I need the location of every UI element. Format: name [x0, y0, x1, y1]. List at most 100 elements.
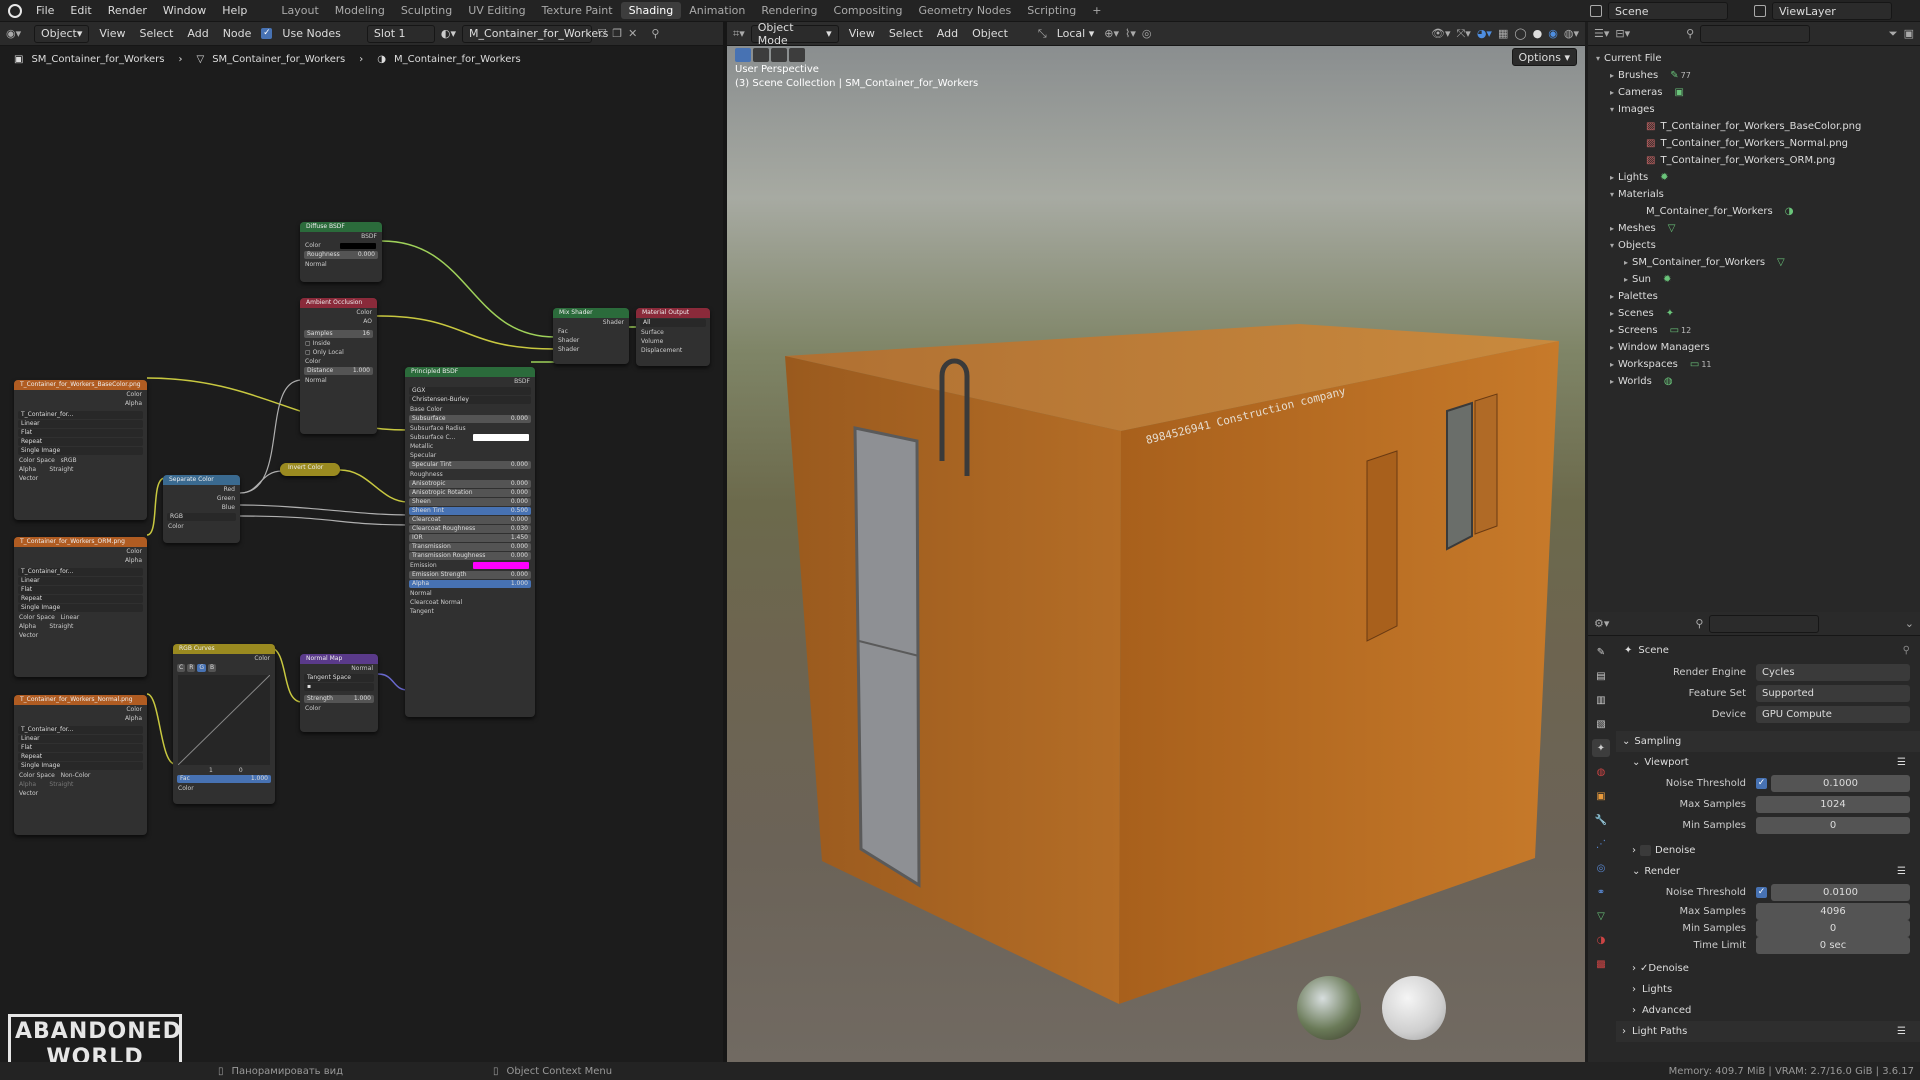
outliner-item-images[interactable]: ▾ Images — [1588, 101, 1920, 118]
render-engine-dropdown[interactable]: Cycles — [1756, 664, 1910, 681]
outliner-item-worlds[interactable]: ▸ Worlds ◍ — [1588, 373, 1920, 390]
container-model[interactable]: 8984526941 Construction company — [727, 46, 1585, 1062]
extension-dropdown[interactable]: Repeat — [18, 595, 143, 603]
proportional-edit-icon[interactable]: ◎ — [1142, 27, 1152, 40]
image-selector[interactable]: T_Container_for... — [18, 568, 143, 576]
invert-color-node[interactable]: Invert Color — [280, 463, 340, 476]
menu-window[interactable]: Window — [155, 4, 214, 17]
3d-viewport[interactable]: ⌗▾ Object Mode ▾ View Select Add Object … — [727, 21, 1585, 1062]
list-icon[interactable]: ☰ — [1897, 757, 1906, 768]
xray-icon[interactable]: ▦ — [1498, 27, 1508, 40]
channel-b-tab[interactable]: B — [208, 664, 217, 672]
expand-arrow-icon[interactable]: ▾ — [1592, 54, 1604, 63]
menu-add[interactable]: Add — [933, 27, 962, 40]
expand-arrow-icon[interactable]: ▸ — [1606, 71, 1618, 80]
expand-arrow-icon[interactable]: ▸ — [1606, 360, 1618, 369]
strength-field[interactable]: Strength 1.000 — [304, 695, 374, 703]
vp-min-samples-field[interactable]: 0 — [1756, 817, 1910, 834]
r-denoise-checkbox[interactable]: ✓ — [1640, 963, 1648, 974]
image-texture-normal-node[interactable]: T_Container_for_Workers_Normal.png Color… — [14, 695, 147, 835]
r-time-limit-field[interactable]: 0 sec — [1756, 937, 1910, 954]
interpolation-dropdown[interactable]: Linear — [18, 420, 143, 428]
outliner-root[interactable]: ▾ Current File — [1588, 50, 1920, 67]
device-dropdown[interactable]: GPU Compute — [1756, 706, 1910, 723]
outliner-item-scenes[interactable]: ▸ Scenes ✦ — [1588, 305, 1920, 322]
color-space-row[interactable]: Color Space Linear — [14, 613, 147, 622]
tab-modeling[interactable]: Modeling — [327, 2, 393, 19]
principled-bsdf-node[interactable]: Principled BSDF BSDF GGX Christensen-Bur… — [405, 367, 535, 717]
distribution-dropdown[interactable]: GGX — [409, 387, 531, 395]
expand-arrow-icon[interactable]: ▾ — [1606, 241, 1618, 250]
space-dropdown[interactable]: Tangent Space — [304, 674, 374, 682]
curve-x-value[interactable]: 1 — [209, 767, 213, 774]
outliner-item-brushes[interactable]: ▸ Brushes ✎ 77 — [1588, 67, 1920, 84]
tab-scripting[interactable]: Scripting — [1019, 2, 1084, 19]
outliner-item-meshes[interactable]: ▸ Meshes ▽ — [1588, 220, 1920, 237]
outliner-item-t-container-for-workers-basecolor-png[interactable]: ▨ T_Container_for_Workers_BaseColor.png — [1588, 118, 1920, 135]
principled-input-transmission[interactable]: Transmission 0.000 — [409, 543, 531, 551]
source-dropdown[interactable]: Single Image — [18, 762, 143, 770]
interpolation-dropdown[interactable]: Linear — [18, 735, 143, 743]
tab-geometry-nodes[interactable]: Geometry Nodes — [910, 2, 1019, 19]
list-icon[interactable]: ☰ — [1897, 866, 1906, 877]
channel-g-tab[interactable]: G — [197, 664, 207, 672]
viewport-subpanel-header[interactable]: ⌄ Viewport ☰ — [1616, 752, 1920, 773]
transform-orientation-icon[interactable]: ⤡ — [1038, 27, 1047, 41]
outliner-item-sun[interactable]: ▸ Sun ✹ — [1588, 271, 1920, 288]
output-tab-icon[interactable]: ▥ — [1592, 691, 1610, 709]
scene-tab-icon[interactable]: ✦ — [1592, 739, 1610, 757]
world-tab-icon[interactable]: ◍ — [1592, 763, 1610, 781]
vp-denoise-checkbox[interactable] — [1640, 845, 1651, 856]
expand-arrow-icon[interactable]: ▸ — [1606, 292, 1618, 301]
tab-sculpting[interactable]: Sculpting — [393, 2, 460, 19]
principled-input-emission-strength[interactable]: Emission Strength 0.000 — [409, 571, 531, 579]
tab-animation[interactable]: Animation — [681, 2, 753, 19]
properties-editor[interactable]: ⚙▾ ⚲ ⌄ ✎ ▤ ▥ ▧ ✦ ◍ ▣ 🔧 ⋰ ◎ ⚭ ▽ ◑ ▩ ✦ Scen… — [1588, 612, 1920, 1062]
outliner-item-window-managers[interactable]: ▸ Window Managers — [1588, 339, 1920, 356]
shader-node-editor[interactable]: ◉▾ Object ▾ View Select Add Node ✓ Use N… — [0, 22, 723, 1076]
ambient-occlusion-node[interactable]: Ambient Occlusion Color AO Samples 16 ▢ I… — [300, 298, 377, 434]
wireframe-shading-icon[interactable]: ◯ — [1514, 27, 1526, 40]
source-dropdown[interactable]: Single Image — [18, 447, 143, 455]
outliner-search-input[interactable] — [1700, 24, 1811, 43]
image-texture-orm-node[interactable]: T_Container_for_Workers_ORM.png Color Al… — [14, 537, 147, 677]
roughness-field[interactable]: Roughness 0.000 — [304, 251, 378, 259]
diffuse-bsdf-node[interactable]: Diffuse BSDF BSDF Color Roughness 0.000 N… — [300, 222, 382, 282]
outliner-item-screens[interactable]: ▸ Screens ▭ 12 — [1588, 322, 1920, 339]
principled-input-subsurface[interactable]: Subsurface 0.000 — [409, 415, 531, 423]
menu-edit[interactable]: Edit — [62, 4, 99, 17]
filter-icon[interactable]: ⏷ — [1889, 27, 1898, 41]
material-preview-shading-icon[interactable]: ◉ — [1548, 27, 1558, 40]
tab-texture-paint[interactable]: Texture Paint — [534, 2, 621, 19]
outliner-item-palettes[interactable]: ▸ Palettes — [1588, 288, 1920, 305]
interpolation-dropdown[interactable]: Linear — [18, 577, 143, 585]
feature-set-dropdown[interactable]: Supported — [1756, 685, 1910, 702]
view-layer-selector[interactable]: ViewLayer — [1772, 2, 1892, 20]
image-selector[interactable]: T_Container_for... — [18, 411, 143, 419]
outliner-item-cameras[interactable]: ▸ Cameras ▣ — [1588, 84, 1920, 101]
principled-input-anisotropic[interactable]: Anisotropic 0.000 — [409, 480, 531, 488]
principled-input-alpha[interactable]: Alpha 1.000 — [409, 580, 531, 588]
lights-subpanel[interactable]: › Lights — [1616, 979, 1920, 1000]
editor-type-icon[interactable]: ☰▾ — [1594, 27, 1609, 40]
modifier-tab-icon[interactable]: 🔧 — [1592, 811, 1610, 829]
principled-input-anisotropic-rotation[interactable]: Anisotropic Rotation 0.000 — [409, 489, 531, 497]
new-collection-icon[interactable]: ▣ — [1904, 27, 1914, 40]
mode-dropdown[interactable]: RGB — [167, 513, 236, 521]
outliner-item-t-container-for-workers-orm-png[interactable]: ▨ T_Container_for_Workers_ORM.png — [1588, 152, 1920, 169]
render-tab-icon[interactable]: ▤ — [1592, 667, 1610, 685]
solid-shading-icon[interactable]: ● — [1533, 27, 1543, 40]
vp-max-samples-field[interactable]: 1024 — [1756, 796, 1910, 813]
tab-uv-editing[interactable]: UV Editing — [460, 2, 533, 19]
visibility-icon[interactable]: 👁▾ — [1431, 27, 1451, 40]
subsurface-method-dropdown[interactable]: Christensen-Burley — [409, 396, 531, 404]
menu-object[interactable]: Object — [968, 27, 1012, 40]
image-texture-basecolor-node[interactable]: T_Container_for_Workers_BaseColor.png Co… — [14, 380, 147, 520]
light-paths-panel[interactable]: › Light Paths ☰ — [1616, 1021, 1920, 1042]
only-local-checkbox[interactable]: ▢ Only Local — [300, 348, 377, 357]
pin-icon[interactable]: ⚲ — [1903, 645, 1910, 656]
outliner-item-t-container-for-workers-normal-png[interactable]: ▨ T_Container_for_Workers_Normal.png — [1588, 135, 1920, 152]
menu-help[interactable]: Help — [214, 4, 255, 17]
expand-arrow-icon[interactable]: ▸ — [1606, 224, 1618, 233]
vp-noise-threshold-field[interactable]: 0.1000 — [1771, 775, 1910, 792]
